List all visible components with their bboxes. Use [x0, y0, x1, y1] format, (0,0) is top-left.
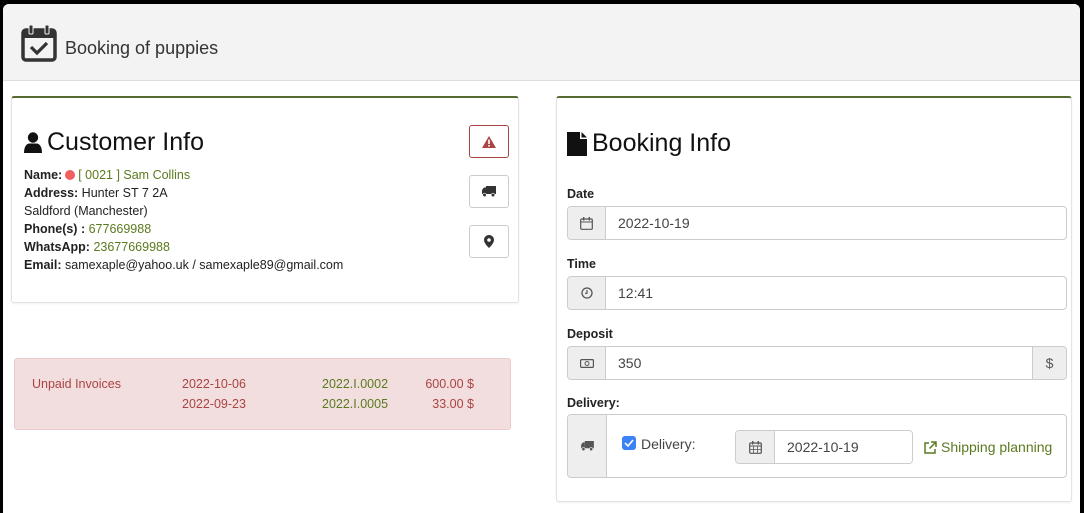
- time-label: Time: [567, 257, 596, 271]
- calendar-check-icon: [21, 24, 57, 62]
- external-link-icon: [924, 440, 937, 454]
- delivery-group: Delivery: 2022-10-19 Shipping planning: [567, 414, 1067, 478]
- customer-phone-row: Phone(s) : 677669988: [24, 220, 343, 238]
- booking-info-card: Booking Info Date Time: [556, 96, 1072, 502]
- status-dot-icon: [65, 170, 76, 180]
- delivery-button[interactable]: [469, 175, 509, 208]
- delivery-checkbox-label[interactable]: Delivery:: [641, 436, 695, 452]
- customer-info-card: Customer Info Name: [ 0021 ] Sam Collins …: [11, 96, 519, 303]
- address-label: Address:: [24, 186, 79, 200]
- page: Booking of puppies Customer Info Name: [ …: [3, 4, 1080, 513]
- map-location-button[interactable]: [469, 225, 509, 258]
- whatsapp-label: WhatsApp:: [24, 240, 90, 254]
- shipping-planning-label: Shipping planning: [941, 439, 1053, 455]
- address-line1: Hunter ST 7 2A: [81, 186, 168, 200]
- calendar-icon: [580, 216, 593, 230]
- date-input-group: [567, 206, 1067, 240]
- invoice-row: 2022-10-06 2022.I.0002 600.00 $: [15, 377, 510, 395]
- deposit-addon: [568, 347, 606, 379]
- invoice-amount: 33.00 $: [432, 397, 474, 411]
- customer-info-heading: Customer Info: [47, 128, 205, 156]
- invoice-amount: 600.00 $: [425, 377, 474, 391]
- customer-address-row: Address: Hunter ST 7 2A: [24, 184, 343, 202]
- phone-link[interactable]: 677669988: [89, 222, 152, 236]
- delivery-date-group: [735, 430, 913, 464]
- delivery-addon: [568, 415, 607, 477]
- clock-icon: [580, 287, 593, 299]
- map-marker-icon: [484, 235, 494, 248]
- truck-icon: [482, 186, 496, 197]
- warning-icon: [482, 135, 496, 148]
- customer-name-link[interactable]: [ 0021 ] Sam Collins: [78, 168, 190, 182]
- time-addon: [568, 277, 606, 309]
- phone-label: Phone(s) :: [24, 222, 86, 236]
- unpaid-invoices-alert: Unpaid Invoices 2022-10-06 2022.I.0002 6…: [14, 358, 511, 430]
- user-icon: [24, 131, 42, 153]
- booking-info-title: Booking Info: [567, 129, 731, 158]
- invoice-number-link[interactable]: 2022.I.0005: [322, 397, 388, 411]
- invoice-row: 2022-09-23 2022.I.0005 33.00 $: [15, 397, 510, 415]
- time-input[interactable]: [606, 277, 1066, 309]
- date-label: Date: [567, 187, 595, 201]
- date-input[interactable]: [606, 207, 1066, 239]
- customer-info-title: Customer Info: [24, 128, 204, 157]
- whatsapp-link[interactable]: 23677669988: [93, 240, 169, 254]
- deposit-input[interactable]: [606, 347, 1032, 379]
- deposit-label: Deposit: [567, 327, 613, 341]
- delivery-date-input[interactable]: [775, 431, 912, 463]
- invoice-number-link[interactable]: 2022.I.0002: [322, 377, 388, 391]
- invoice-date: 2022-09-23: [182, 397, 246, 411]
- delivery-checkbox[interactable]: [622, 436, 636, 450]
- customer-whatsapp-row: WhatsApp: 23677669988: [24, 238, 343, 256]
- customer-name-row: Name: [ 0021 ] Sam Collins: [24, 166, 343, 184]
- calendar-icon: [748, 440, 762, 454]
- page-title: Booking of puppies: [65, 38, 219, 58]
- email-label: Email:: [24, 258, 62, 272]
- deposit-input-group: $: [567, 346, 1067, 380]
- page-header: Booking of puppies: [3, 4, 1080, 81]
- email-value: samexaple@yahoo.uk / samexaple89@gmail.c…: [65, 258, 344, 272]
- checkmark-icon: [624, 439, 634, 447]
- customer-details: Name: [ 0021 ] Sam Collins Address: Hunte…: [24, 166, 343, 274]
- date-addon: [568, 207, 606, 239]
- file-icon: [567, 131, 587, 156]
- shipping-planning-link[interactable]: Shipping planning: [924, 439, 1052, 455]
- currency-addon: $: [1032, 347, 1066, 379]
- customer-email-row: Email: samexaple@yahoo.uk / samexaple89@…: [24, 256, 343, 274]
- time-input-group: [567, 276, 1067, 310]
- money-bill-icon: [579, 358, 594, 368]
- name-label: Name:: [24, 168, 63, 182]
- delivery-content: Delivery: 2022-10-19 Shipping planning: [607, 415, 1066, 477]
- warning-button[interactable]: [469, 125, 509, 158]
- delivery-label: Delivery:: [567, 396, 620, 410]
- delivery-date-addon: [736, 431, 775, 463]
- invoice-date: 2022-10-06: [182, 377, 246, 391]
- booking-info-heading: Booking Info: [592, 129, 731, 157]
- truck-icon: [580, 441, 594, 451]
- address-line2: Saldford (Manchester): [24, 204, 148, 218]
